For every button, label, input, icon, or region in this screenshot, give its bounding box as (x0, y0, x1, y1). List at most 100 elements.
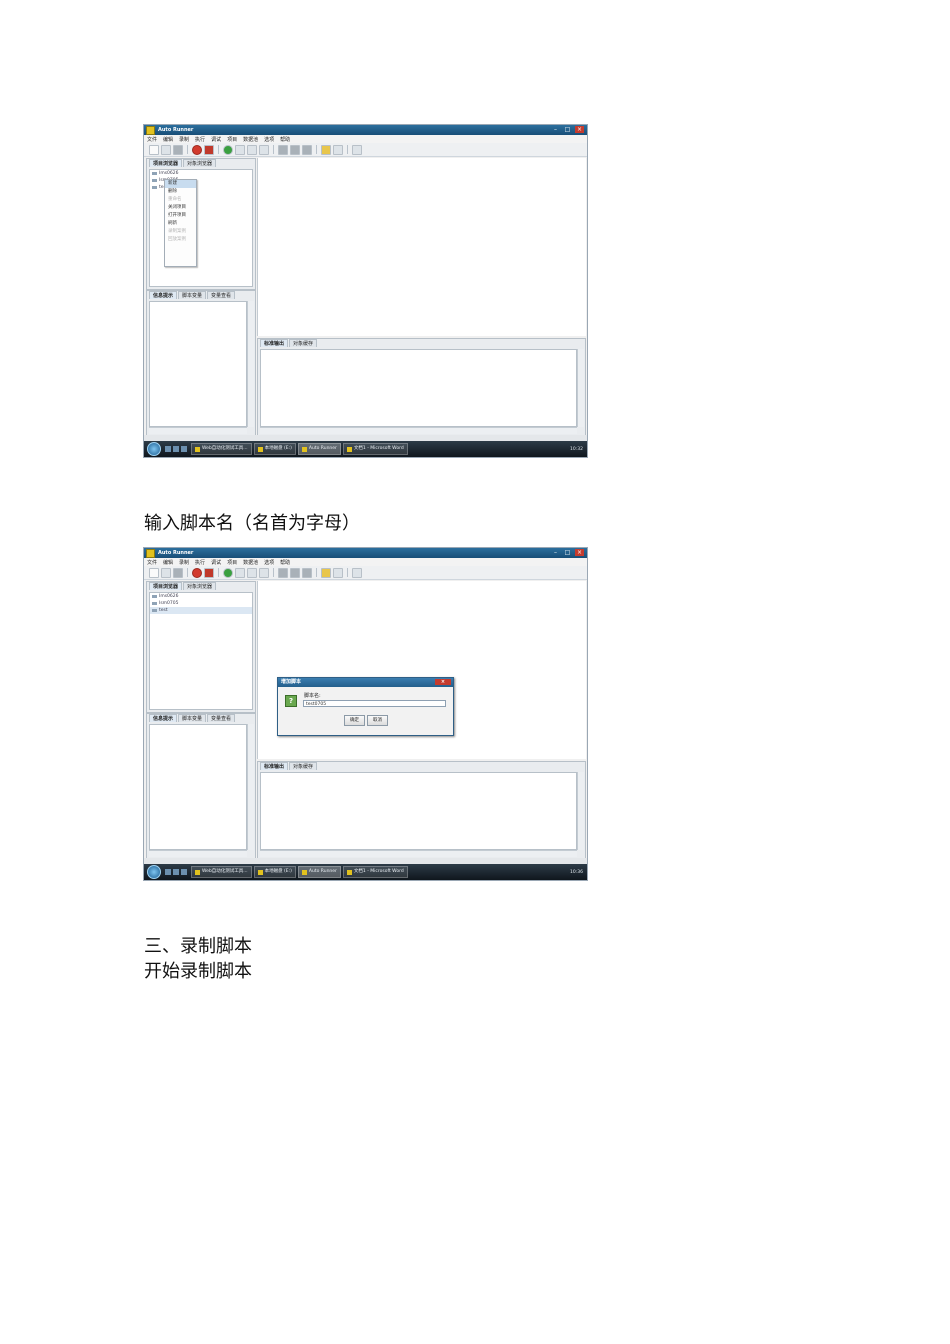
table-icon[interactable] (290, 567, 300, 578)
tab-object-browser[interactable]: 对象浏览器 (183, 159, 217, 167)
grid-icon[interactable] (278, 144, 288, 155)
record-icon[interactable] (192, 144, 202, 155)
menu-debug[interactable]: 调试 (211, 136, 221, 143)
tree-item[interactable]: Ism0705 (150, 600, 252, 607)
menu-options[interactable]: 选项 (264, 559, 274, 566)
step-icon[interactable] (235, 567, 245, 578)
settings-icon[interactable] (333, 567, 343, 578)
menu-run[interactable]: 执行 (195, 559, 205, 566)
tab-info[interactable]: 信息提示 (149, 291, 178, 299)
settings-icon[interactable] (333, 144, 343, 155)
menu-datapool[interactable]: 数据池 (243, 559, 258, 566)
vertical-scrollbar[interactable] (247, 724, 254, 850)
tab-script-variables[interactable]: 脚本变量 (178, 714, 207, 722)
quick-launch-icon[interactable] (181, 446, 187, 452)
taskbar-item-browser[interactable]: Web自动化测试工具... (191, 443, 252, 455)
menu-project[interactable]: 项目 (227, 136, 237, 143)
run-icon[interactable] (223, 567, 233, 578)
taskbar-item-word[interactable]: 文档1 - Microsoft Word (342, 443, 408, 455)
tab-object-cache[interactable]: 对象缓存 (289, 762, 318, 770)
menu-options[interactable]: 选项 (264, 136, 274, 143)
step-icon[interactable] (235, 144, 245, 155)
ok-button[interactable]: 确定 (344, 715, 365, 726)
close-icon[interactable]: × (435, 679, 451, 685)
tab-object-cache[interactable]: 对象缓存 (289, 339, 318, 347)
close-icon[interactable]: × (575, 549, 584, 556)
taskbar-item-disk[interactable]: 本地磁盘 (E:) (253, 866, 296, 878)
vertical-scrollbar[interactable] (577, 349, 584, 427)
maximize-icon[interactable]: □ (563, 549, 572, 556)
minimize-icon[interactable]: – (551, 126, 560, 133)
tab-project-browser[interactable]: 项目浏览器 (149, 159, 183, 167)
lightbulb-icon[interactable] (321, 144, 331, 155)
table-icon[interactable] (290, 144, 300, 155)
taskbar-item-autorunner[interactable]: Auto Runner (297, 866, 341, 878)
check-icon[interactable] (352, 144, 362, 155)
tree-item-selected[interactable]: test (150, 607, 252, 614)
menu-edit[interactable]: 编辑 (163, 559, 173, 566)
tab-variable-view[interactable]: 变量查看 (207, 714, 236, 722)
tree-item[interactable]: Ims0626 (150, 170, 252, 177)
save-icon[interactable] (173, 567, 183, 578)
quick-launch-icon[interactable] (173, 869, 179, 875)
tray-clock[interactable]: 10:36 (570, 870, 587, 875)
script-name-input[interactable]: test0705 (303, 700, 446, 707)
tree-item[interactable]: Ims0626 (150, 593, 252, 600)
pause-icon[interactable] (247, 567, 257, 578)
open-folder-icon[interactable] (161, 567, 171, 578)
minimize-icon[interactable]: – (551, 549, 560, 556)
taskbar-item-browser[interactable]: Web自动化测试工具... (191, 866, 252, 878)
step-over-icon[interactable] (259, 144, 269, 155)
stop-record-icon[interactable] (204, 144, 214, 155)
tab-object-browser[interactable]: 对象浏览器 (183, 582, 217, 590)
tab-standard-output[interactable]: 标准输出 (260, 339, 289, 347)
menu-debug[interactable]: 调试 (211, 559, 221, 566)
horizontal-scrollbar[interactable] (149, 850, 247, 857)
taskbar-item-disk[interactable]: 本地磁盘 (E:) (253, 443, 296, 455)
lightbulb-icon[interactable] (321, 567, 331, 578)
quick-launch-icon[interactable] (165, 446, 171, 452)
quick-launch-icon[interactable] (181, 869, 187, 875)
quick-launch-icon[interactable] (165, 869, 171, 875)
menu-help[interactable]: 帮助 (280, 559, 290, 566)
context-menu-new[interactable]: 新建 (165, 180, 196, 188)
menu-file[interactable]: 文件 (147, 136, 157, 143)
horizontal-scrollbar[interactable] (260, 427, 577, 434)
grid-icon[interactable] (278, 567, 288, 578)
new-file-icon[interactable] (149, 144, 159, 155)
start-button[interactable] (147, 442, 161, 456)
tab-project-browser[interactable]: 项目浏览器 (149, 582, 183, 590)
menu-record[interactable]: 录制 (179, 136, 189, 143)
menu-edit[interactable]: 编辑 (163, 136, 173, 143)
menu-file[interactable]: 文件 (147, 559, 157, 566)
tab-standard-output[interactable]: 标准输出 (260, 762, 289, 770)
editor-area[interactable] (257, 158, 586, 336)
vertical-scrollbar[interactable] (247, 301, 254, 427)
cancel-button[interactable]: 取消 (367, 715, 388, 726)
quick-launch-icon[interactable] (173, 446, 179, 452)
record-icon[interactable] (192, 567, 202, 578)
menu-run[interactable]: 执行 (195, 136, 205, 143)
menu-datapool[interactable]: 数据池 (243, 136, 258, 143)
list-icon[interactable] (302, 144, 312, 155)
close-icon[interactable]: × (575, 126, 584, 133)
menu-record[interactable]: 录制 (179, 559, 189, 566)
run-icon[interactable] (223, 144, 233, 155)
open-folder-icon[interactable] (161, 144, 171, 155)
save-icon[interactable] (173, 144, 183, 155)
check-icon[interactable] (352, 567, 362, 578)
menu-help[interactable]: 帮助 (280, 136, 290, 143)
menu-project[interactable]: 项目 (227, 559, 237, 566)
tab-script-variables[interactable]: 脚本变量 (178, 291, 207, 299)
tab-info[interactable]: 信息提示 (149, 714, 178, 722)
taskbar-item-autorunner[interactable]: Auto Runner (297, 443, 341, 455)
start-button[interactable] (147, 865, 161, 879)
horizontal-scrollbar[interactable] (260, 850, 577, 857)
context-menu-delete[interactable]: 删除 (165, 188, 196, 196)
vertical-scrollbar[interactable] (577, 772, 584, 850)
new-file-icon[interactable] (149, 567, 159, 578)
context-menu-open-project[interactable]: 打开项目 (165, 212, 196, 220)
pause-icon[interactable] (247, 144, 257, 155)
maximize-icon[interactable]: □ (563, 126, 572, 133)
context-menu-refresh[interactable]: 刷新 (165, 220, 196, 228)
